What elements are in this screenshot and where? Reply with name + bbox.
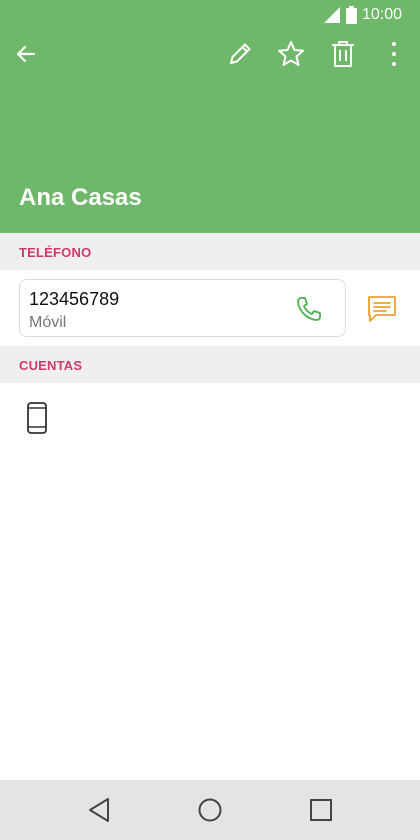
phone-type: Móvil <box>29 314 67 331</box>
contact-name: Ana Casas <box>19 184 142 211</box>
phone-icon <box>297 297 321 321</box>
delete-button[interactable] <box>325 36 361 72</box>
contact-header: 10:00 Ana Casas <box>0 0 420 233</box>
call-button[interactable] <box>293 293 325 325</box>
nav-recents-button[interactable] <box>305 794 337 826</box>
favorite-button[interactable] <box>273 36 309 72</box>
circle-home-icon <box>198 798 222 822</box>
signal-icon <box>324 7 340 23</box>
triangle-back-icon <box>89 798 109 822</box>
status-bar: 10:00 <box>0 0 420 30</box>
navigation-bar <box>0 780 420 840</box>
more-options-button[interactable] <box>376 36 412 72</box>
star-icon <box>278 41 304 66</box>
phone-number: 123456789 <box>29 289 120 309</box>
smartphone-icon <box>27 402 47 434</box>
trash-icon <box>332 41 354 67</box>
status-time: 10:00 <box>361 6 402 23</box>
more-vertical-icon <box>392 42 396 66</box>
message-icon <box>368 296 396 322</box>
square-recents-icon <box>310 799 332 821</box>
message-button[interactable] <box>364 291 400 327</box>
edit-button[interactable] <box>222 36 258 72</box>
arrow-left-icon <box>16 45 36 63</box>
section-title-accounts: CUENTAS <box>19 358 83 373</box>
section-header-accounts: CUENTAS <box>0 346 420 383</box>
phone-entry[interactable]: 123456789 Móvil <box>19 279 346 337</box>
section-header-phone: TELÉFONO <box>0 233 420 270</box>
nav-home-button[interactable] <box>194 794 226 826</box>
nav-back-button[interactable] <box>83 794 115 826</box>
back-button[interactable] <box>8 36 44 72</box>
section-title-phone: TELÉFONO <box>19 245 92 260</box>
battery-icon <box>346 6 357 24</box>
pencil-icon <box>230 43 251 64</box>
